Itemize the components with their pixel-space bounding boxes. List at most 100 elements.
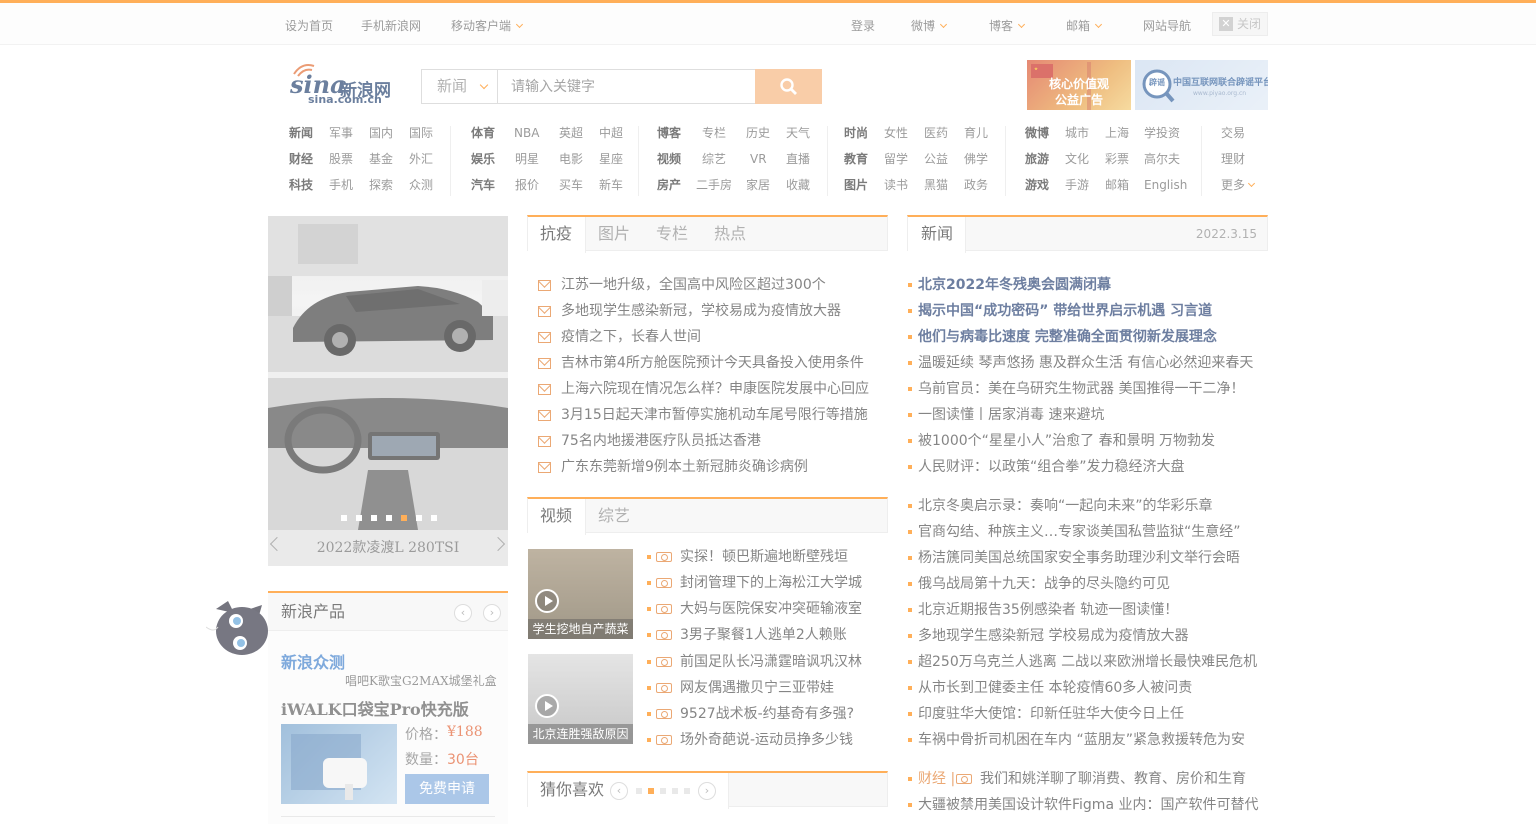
video-item[interactable]: 封闭管理下的上海松江大学城 [680, 573, 862, 593]
video-item[interactable]: 前国足队长冯潇霆暗讽巩汉林 [680, 652, 862, 672]
tab-video[interactable]: 视频 [540, 499, 572, 533]
nav-variety[interactable]: 综艺 [702, 151, 726, 167]
nav-funds[interactable]: 基金 [369, 151, 393, 167]
nav-blog[interactable]: 博客 [657, 125, 681, 141]
tab-hot[interactable]: 热点 [714, 217, 746, 251]
slide-dot[interactable] [341, 515, 347, 521]
nav-invest[interactable]: 学投资 [1144, 125, 1180, 141]
news-item[interactable]: 官商勾结、种族主义…专家谈美国私营监狱“生意经” [918, 522, 1241, 542]
nav-trade[interactable]: 交易 [1221, 125, 1245, 141]
news-item[interactable]: 车祸中骨折司机困在车内 “蓝朋友”紧急救援转危为安 [918, 730, 1245, 750]
video-item[interactable]: 场外奇葩说-运动员挣多少钱 [680, 730, 853, 750]
nav-epl[interactable]: 英超 [559, 125, 583, 141]
nav-travel[interactable]: 旅游 [1025, 151, 1049, 167]
nav-explore[interactable]: 探索 [369, 177, 393, 193]
nav-new-car[interactable]: 新车 [599, 177, 623, 193]
mobile-client-menu[interactable]: 移动客户端 [451, 18, 524, 34]
epidemic-news-item[interactable]: 疫情之下，长春人世间 [561, 327, 701, 347]
nav-wealth[interactable]: 理财 [1221, 151, 1245, 167]
video-item[interactable]: 3男子聚餐1人逃单2人赖账 [680, 625, 847, 645]
news-item[interactable]: 超250万乌克兰人逃离 二战以来欧洲增长最快难民危机 [918, 652, 1257, 672]
nav-history[interactable]: 历史 [746, 125, 770, 141]
epidemic-news-item[interactable]: 吉林市第4所方舱医院预计今天具备投入使用条件 [561, 353, 864, 373]
nav-lottery[interactable]: 彩票 [1105, 151, 1129, 167]
tab-pictures[interactable]: 图片 [598, 217, 630, 251]
nav-fashion[interactable]: 时尚 [844, 125, 868, 141]
video-item[interactable]: 9527战术板-约基奇有多强? [680, 704, 854, 724]
news-item[interactable]: 北京冬奥启示录：奏响“一起向未来”的华彩乐章 [918, 496, 1213, 516]
car-slideshow[interactable]: 2022款凌渡L 280TSI [268, 216, 508, 566]
nav-sports[interactable]: 体育 [471, 125, 495, 141]
finance-label[interactable]: 财经 | [918, 769, 955, 789]
nav-english[interactable]: English [1144, 177, 1187, 193]
next-icon[interactable]: › [483, 604, 501, 622]
news-item[interactable]: 温暖延续 琴声悠扬 惠及群众生活 有信心必然迎来春天 [918, 353, 1253, 373]
news-item[interactable]: 我们和姚洋聊了聊消费、教育、房价和生育 [980, 769, 1246, 789]
tab-news[interactable]: 新闻 [921, 217, 953, 251]
nav-collect[interactable]: 收藏 [786, 177, 810, 193]
page-dot[interactable] [660, 788, 666, 794]
sina-logo[interactable]: sina 新浪网 sina.com.cn [288, 60, 400, 108]
nav-shanghai[interactable]: 上海 [1105, 125, 1129, 141]
weibo-menu[interactable]: 微博 [911, 18, 948, 34]
nav-more[interactable]: 更多 [1221, 177, 1256, 193]
news-item[interactable]: 北京近期报告35例感染者 轨迹一图读懂！ [918, 600, 1178, 620]
nav-secondhand[interactable]: 二手房 [696, 177, 732, 193]
video-item[interactable]: 实探！顿巴斯遍地断壁残垣 [680, 547, 848, 567]
prev-icon[interactable]: ‹ [454, 604, 472, 622]
black-cat-mascot[interactable] [205, 597, 270, 659]
nav-horoscope[interactable]: 星座 [599, 151, 623, 167]
slide-dot[interactable] [431, 515, 437, 521]
nav-entertainment[interactable]: 娱乐 [471, 151, 495, 167]
page-dot[interactable] [684, 788, 690, 794]
news-item[interactable]: 俄乌战局第十九天：战争的尽头隐约可见 [918, 574, 1170, 594]
nav-movies[interactable]: 电影 [559, 151, 583, 167]
news-item[interactable]: 人民财评：以政策“组合拳”发力稳经济大盘 [918, 457, 1185, 477]
public-service-ad[interactable]: 核心价值观 公益广告 [1027, 60, 1131, 110]
nav-mobile[interactable]: 手机 [329, 177, 353, 193]
headline[interactable]: 他们与病毒比速度 完整准确全面贯彻新发展理念 [918, 327, 1217, 347]
nav-study-abroad[interactable]: 留学 [884, 151, 908, 167]
nav-vr[interactable]: VR [750, 151, 767, 167]
nav-government[interactable]: 政务 [964, 177, 988, 193]
nav-medicine[interactable]: 医药 [924, 125, 948, 141]
car-interior-image[interactable] [268, 378, 508, 530]
product-image[interactable] [281, 724, 397, 804]
search-button[interactable] [755, 69, 822, 104]
page-dot[interactable] [672, 788, 678, 794]
nav-live[interactable]: 直播 [786, 151, 810, 167]
nav-international[interactable]: 国际 [409, 125, 433, 141]
nav-domestic[interactable]: 国内 [369, 125, 393, 141]
nav-buddhism[interactable]: 佛学 [964, 151, 988, 167]
nav-city[interactable]: 城市 [1065, 125, 1089, 141]
nav-mobile-games[interactable]: 手游 [1065, 177, 1089, 193]
nav-culture[interactable]: 文化 [1065, 151, 1089, 167]
car-exterior-image[interactable] [268, 216, 508, 372]
video-item[interactable]: 网友偶遇撒贝宁三亚带娃 [680, 678, 834, 698]
nav-stocks[interactable]: 股票 [329, 151, 353, 167]
nav-realestate[interactable]: 房产 [657, 177, 681, 193]
slide-dot-active[interactable] [401, 515, 407, 521]
nav-news[interactable]: 新闻 [289, 125, 313, 141]
news-item[interactable]: 乌前官员：美在乌研究生物武器 美国推得一干二净！ [918, 379, 1244, 399]
nav-weibo[interactable]: 微博 [1025, 125, 1049, 141]
nav-blackcat[interactable]: 黑猫 [924, 177, 948, 193]
mail-menu[interactable]: 邮箱 [1066, 18, 1103, 34]
promo-text[interactable]: 唱吧K歌宝G2MAX城堡礼盒 [345, 672, 497, 689]
nav-charity[interactable]: 公益 [924, 151, 948, 167]
nav-video[interactable]: 视频 [657, 151, 681, 167]
page-dot-active[interactable] [648, 788, 654, 794]
slide-dot[interactable] [416, 515, 422, 521]
search-category-select[interactable]: 新闻 [421, 69, 497, 104]
epidemic-news-item[interactable]: 75名内地援港医疗队员抵达香港 [561, 431, 761, 451]
tab-epidemic[interactable]: 抗疫 [540, 217, 572, 251]
login-link[interactable]: 登录 [851, 18, 875, 34]
nav-column[interactable]: 专栏 [702, 125, 726, 141]
next-icon[interactable]: › [698, 782, 716, 800]
product-name[interactable]: iWALK口袋宝Pro快充版 [281, 696, 469, 720]
nav-books[interactable]: 读书 [884, 177, 908, 193]
nav-stars[interactable]: 明星 [515, 151, 539, 167]
news-item[interactable]: 多地现学生感染新冠 学校易成为疫情放大器 [918, 626, 1188, 646]
nav-weather[interactable]: 天气 [786, 125, 810, 141]
tab-variety[interactable]: 综艺 [598, 499, 630, 533]
